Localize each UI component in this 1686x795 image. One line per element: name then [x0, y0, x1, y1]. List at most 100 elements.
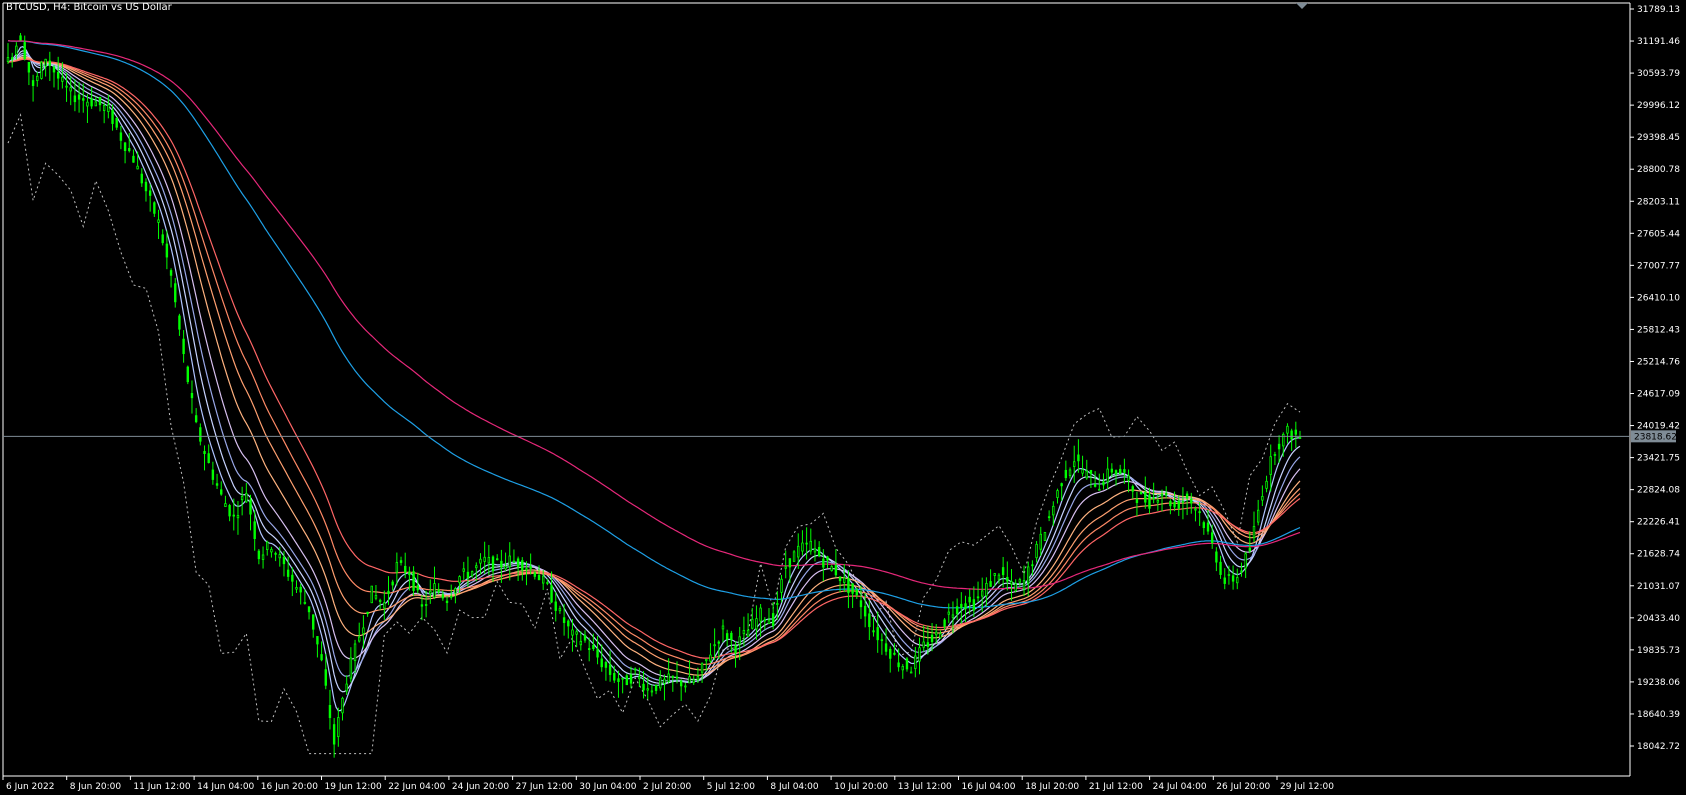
- candle-body: [734, 645, 737, 654]
- candle-body: [1102, 481, 1105, 486]
- candle-body: [659, 677, 662, 689]
- candle: [36, 71, 39, 87]
- candle: [1119, 464, 1122, 475]
- candle-body: [1073, 461, 1076, 467]
- price-axis-label: 25812.43: [1637, 325, 1680, 335]
- candle: [968, 589, 971, 615]
- ma-slow-1: [7, 56, 1301, 676]
- candle-body: [186, 366, 189, 383]
- candle: [220, 481, 223, 496]
- candle: [1261, 485, 1264, 506]
- candle-body: [847, 578, 850, 594]
- candle-body: [395, 562, 399, 573]
- candle: [679, 679, 683, 701]
- candle: [558, 605, 562, 614]
- candle-body: [771, 613, 775, 627]
- candle: [692, 675, 695, 685]
- candle: [721, 619, 725, 643]
- candle-body: [985, 582, 988, 597]
- candle: [337, 707, 340, 747]
- candle: [82, 83, 85, 113]
- candle-body: [1185, 493, 1189, 499]
- candle: [976, 581, 980, 602]
- candle: [370, 585, 373, 604]
- candle-body: [211, 469, 215, 480]
- candle: [274, 551, 277, 562]
- candle: [203, 445, 206, 471]
- candle-body: [579, 640, 583, 646]
- price-chart[interactable]: 31789.13 31191.46 30593.79 29996.12 29398.45…: [0, 0, 1686, 795]
- candle-body: [780, 578, 783, 593]
- price-axis-label: 29996.12: [1637, 101, 1680, 111]
- candle-body: [679, 680, 683, 687]
- candle: [257, 548, 261, 565]
- candle-body: [675, 676, 679, 679]
- candle-body: [462, 568, 465, 572]
- candle-body: [1206, 522, 1210, 532]
- candle-body: [232, 514, 235, 517]
- candle-body: [420, 604, 424, 607]
- candle: [780, 574, 783, 603]
- candle-body: [1110, 468, 1114, 473]
- candle-body: [742, 630, 746, 635]
- candle-body: [169, 270, 173, 276]
- candle-body: [500, 560, 503, 568]
- candle: [52, 64, 56, 88]
- time-axis-label: 8 Jul 04:00: [770, 782, 819, 792]
- candle-body: [132, 155, 135, 163]
- candle-body: [408, 571, 411, 576]
- candle-body: [1064, 469, 1068, 479]
- price-axis-label: 25214.76: [1637, 357, 1680, 367]
- ma-fast-2: [7, 50, 1301, 693]
- candle-body: [1060, 483, 1063, 487]
- candle: [111, 104, 114, 131]
- candle-body: [1018, 579, 1022, 583]
- candle: [951, 601, 955, 634]
- candle: [148, 184, 152, 212]
- candle-body: [587, 648, 591, 650]
- candle-body: [165, 243, 169, 258]
- candle-body: [751, 618, 754, 629]
- candle: [479, 553, 482, 575]
- time-axis-label: 11 Jun 12:00: [133, 782, 190, 792]
- candle-body: [688, 676, 691, 684]
- candle-body: [901, 666, 904, 671]
- candle-body: [909, 671, 913, 674]
- candle-body: [1210, 532, 1214, 544]
- ma-fast-4: [7, 54, 1301, 681]
- candle: [654, 684, 658, 695]
- candle-body: [332, 724, 336, 745]
- ma-slow-3: [7, 57, 1301, 666]
- candle-body: [817, 546, 821, 557]
- candle-body: [1290, 430, 1293, 440]
- time-axis-label: 29 Jul 12:00: [1280, 782, 1334, 792]
- candle-body: [650, 690, 654, 693]
- candle-body: [1277, 443, 1281, 450]
- price-axis-label: 21628.74: [1637, 550, 1680, 560]
- chart-title: BTCUSD, H4: Bitcoin vs US Dollar: [6, 2, 172, 13]
- candle-body: [224, 503, 227, 507]
- candle: [909, 666, 913, 674]
- chart-window[interactable]: 31789.13 31191.46 30593.79 29996.12 29398.45…: [0, 0, 1686, 795]
- candle: [684, 682, 687, 693]
- candle: [830, 564, 833, 572]
- chart-shift-marker-icon[interactable]: [1296, 3, 1308, 9]
- candle: [1135, 491, 1139, 517]
- candle-body: [1052, 505, 1055, 516]
- candle: [889, 646, 892, 673]
- dotted-indicator-line: [7, 113, 1301, 755]
- candle: [1022, 565, 1026, 597]
- candle-body: [378, 599, 382, 602]
- candle-body: [914, 655, 917, 669]
- candle: [199, 423, 202, 446]
- candle-body: [362, 627, 365, 634]
- candle-body: [516, 558, 520, 568]
- candle: [972, 586, 976, 618]
- candle-body: [249, 499, 252, 515]
- candle-body: [955, 606, 959, 615]
- candle: [521, 557, 524, 581]
- candle-body: [646, 688, 649, 691]
- candle-body: [596, 649, 599, 658]
- candle: [86, 94, 89, 124]
- candle-body: [61, 76, 64, 82]
